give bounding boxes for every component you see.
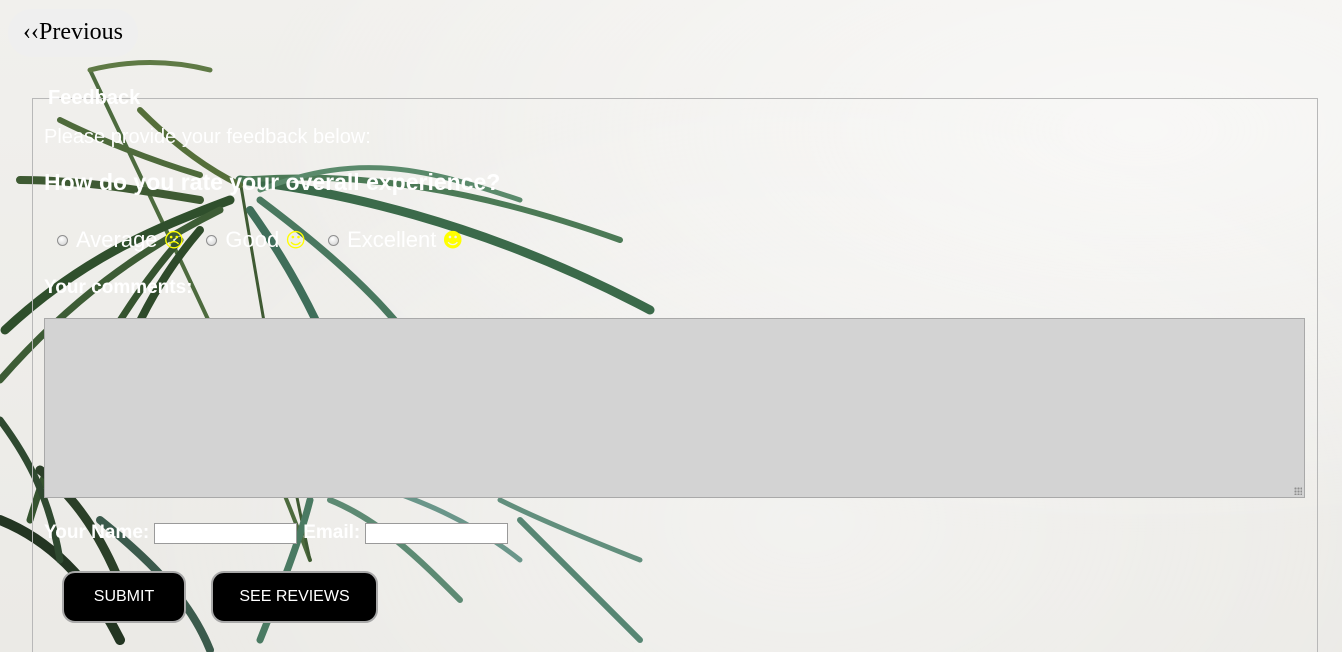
rating-label-good[interactable]: Good (225, 227, 279, 253)
email-input[interactable] (365, 522, 509, 544)
see-reviews-button[interactable]: SEE REVIEWS (211, 571, 378, 623)
rating-question: How do you rate your overall experience? (44, 169, 501, 195)
textarea-resize-handle[interactable] (1294, 487, 1302, 495)
frown-face-icon: ☹ (163, 228, 185, 252)
comments-textarea[interactable] (44, 318, 1305, 498)
smile-face-icon: ☺ (285, 228, 307, 252)
name-input[interactable] (154, 522, 298, 544)
smile-face-filled-icon: ☻ (442, 228, 464, 252)
previous-button[interactable]: ‹‹Previous (8, 9, 138, 57)
rating-label-excellent[interactable]: Excellent (347, 227, 436, 253)
rating-radio-good[interactable] (206, 234, 218, 246)
contact-fields-row: Your Name: Email: (44, 520, 514, 546)
feedback-intro-text: Please provide your feedback below: (44, 126, 371, 148)
rating-label-average[interactable]: Average (76, 227, 158, 253)
comments-label: Your comments: (44, 277, 193, 298)
submit-button[interactable]: SUBMIT (62, 571, 186, 623)
rating-radio-average[interactable] (57, 234, 68, 246)
rating-options: Average ☹ Good ☺ Excellent ☻ (57, 226, 463, 254)
name-label: Your Name: (44, 522, 150, 543)
feedback-legend: Feedback (48, 87, 141, 109)
rating-radio-excellent[interactable] (328, 234, 340, 246)
email-label: Email: (303, 522, 361, 543)
